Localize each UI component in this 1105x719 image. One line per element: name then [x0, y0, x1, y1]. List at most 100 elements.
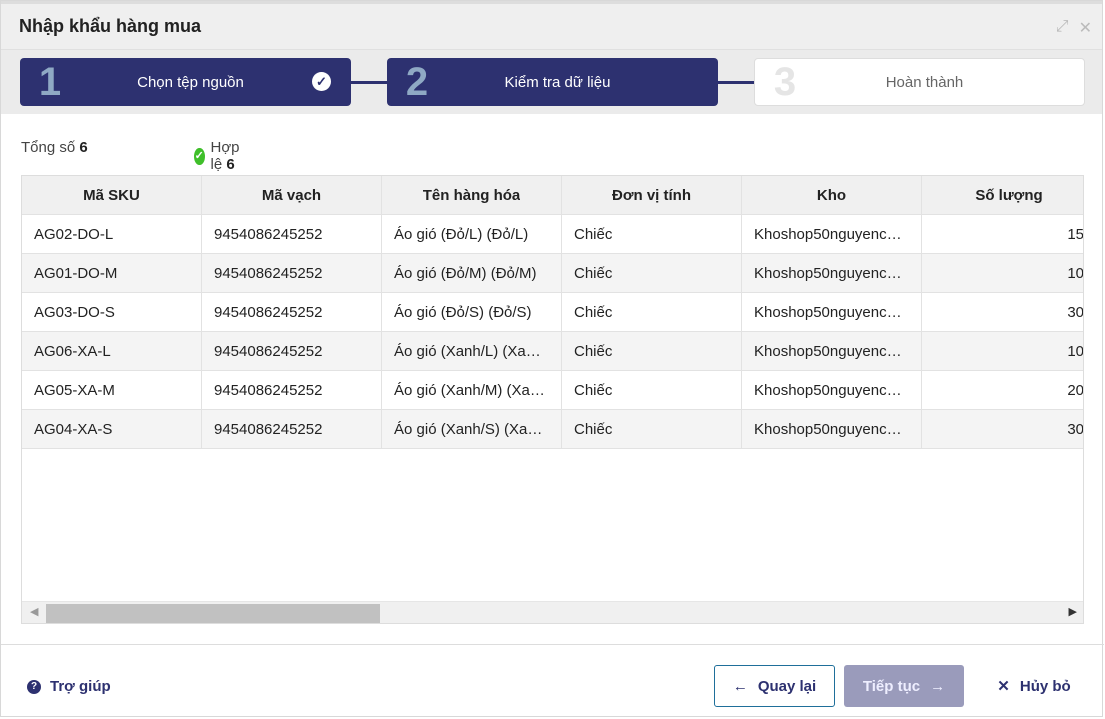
table-cell: Chiếc: [562, 371, 742, 409]
table-cell: Áo gió (Đỏ/L) (Đỏ/L): [382, 215, 562, 253]
step-1: 1 Chọn tệp nguồn ✓: [20, 58, 351, 106]
table-cell: AG06-XA-L: [22, 332, 202, 370]
scroll-right-icon[interactable]: ▶: [1069, 605, 1077, 618]
table-cell: AG05-XA-M: [22, 371, 202, 409]
dialog-footer: ? Trợ giúp ← Quay lại Tiếp tục → ✕ Hủy b…: [1, 644, 1104, 718]
column-header[interactable]: Kho: [742, 176, 922, 214]
cell-value: 9454086245252: [214, 264, 323, 282]
cell-value: 30: [1067, 303, 1084, 321]
next-button[interactable]: Tiếp tục →: [844, 665, 964, 707]
table-cell: 15: [922, 215, 1083, 253]
table-cell: Áo gió (Đỏ/M) (Đỏ/M): [382, 254, 562, 292]
table-cell: Khoshop50nguyenchithanh: [742, 332, 922, 370]
column-header[interactable]: Tên hàng hóa: [382, 176, 562, 214]
column-header-label: Số lượng: [975, 186, 1043, 204]
table-cell: 10: [922, 254, 1084, 292]
column-header[interactable]: Đơn vị tính: [562, 176, 742, 214]
table-cell: Khoshop50nguyenchithanh: [742, 254, 922, 292]
table-cell: AG01-DO-M: [22, 254, 202, 292]
step-label: Hoàn thành: [885, 73, 964, 91]
table-row[interactable]: AG04-XA-S 9454086245252 Áo gió (Xanh/S) (X…: [22, 410, 1083, 449]
table-cell: Khoshop50nguyenchithanh: [742, 371, 922, 409]
table-cell: 10: [922, 332, 1084, 370]
cell-value: Chiếc: [574, 342, 613, 360]
column-header[interactable]: Mã vạch: [202, 176, 382, 214]
cell-value: Khoshop50nguyenchithanh: [754, 342, 909, 360]
table-cell: Chiếc: [562, 215, 742, 253]
table-cell: Chiếc: [562, 410, 742, 448]
table-cell: Áo gió (Xanh/S) (Xanh/S): [382, 410, 562, 448]
table-cell: 9454086245252: [202, 410, 382, 448]
table-cell: Chiếc: [562, 332, 742, 370]
column-header[interactable]: Số lượng: [922, 176, 1083, 214]
table-cell: 9454086245252: [202, 254, 382, 292]
table-cell: Khoshop50nguyenchithanh: [742, 293, 922, 331]
cancel-label: Hủy bỏ: [1019, 677, 1071, 695]
table-cell: 9454086245252: [202, 371, 382, 409]
next-label: Tiếp tục: [862, 677, 921, 695]
back-label: Quay lại: [757, 677, 817, 695]
table-cell: AG03-DO-S: [22, 293, 202, 331]
cell-value: Chiếc: [574, 420, 613, 438]
cell-value: 9454086245252: [214, 420, 323, 438]
cell-value: 9454086245252: [214, 342, 323, 360]
back-button[interactable]: ← Quay lại: [714, 665, 835, 707]
maximize-icon[interactable]: ⤢: [1056, 18, 1069, 38]
stepper: 1 Chọn tệp nguồn ✓ 2 Kiểm tra dữ liệu 3 …: [1, 49, 1102, 114]
cell-value: 9454086245252: [214, 303, 323, 321]
step-3: 3 Hoàn thành: [754, 58, 1085, 106]
question-icon: ?: [27, 679, 41, 694]
table-row[interactable]: AG06-XA-L 9454086245252 Áo gió (Xanh/L) (X…: [22, 332, 1083, 371]
table-row[interactable]: AG03-DO-S 9454086245252 Áo gió (Đỏ/S) (Đỏ/…: [22, 293, 1083, 332]
cell-value: AG02-DO-L: [34, 225, 114, 243]
import-dialog: Nhập khẩu hàng mua ⤢ ✕ 1 Chọn tệp nguồn …: [0, 0, 1104, 718]
arrow-right-icon: →: [930, 677, 946, 695]
table-cell: 20: [922, 371, 1084, 409]
table-cell: Khoshop50nguyenchithanh: [742, 410, 922, 448]
valid-count: ✓ Hợp lệ 6: [194, 139, 246, 173]
step-number: 2: [405, 59, 429, 104]
column-header-label: Đơn vị tính: [612, 186, 691, 204]
dialog-title: Nhập khẩu hàng mua: [19, 16, 202, 36]
step-connector: [717, 81, 755, 84]
total-label: Tổng số: [21, 139, 76, 156]
cell-value: Áo gió (Đỏ/L) (Đỏ/L): [394, 225, 529, 243]
valid-value: 6: [226, 156, 235, 173]
table-cell: 9454086245252: [202, 332, 382, 370]
help-link[interactable]: ? Trợ giúp: [27, 678, 111, 695]
cell-value: 10: [1067, 264, 1084, 282]
scroll-left-icon[interactable]: ◀: [30, 605, 38, 618]
table-row[interactable]: AG02-DO-L 9454086245252 Áo gió (Đỏ/L) (Đỏ/…: [22, 215, 1083, 254]
dialog-header: Nhập khẩu hàng mua ⤢ ✕: [1, 1, 1102, 49]
step-number: 3: [773, 59, 797, 104]
cell-value: Chiếc: [574, 381, 613, 399]
scrollbar-thumb[interactable]: [46, 604, 380, 623]
cell-value: Chiếc: [574, 264, 613, 282]
table-cell: Áo gió (Xanh/M) (Xanh/M): [382, 371, 562, 409]
check-circle-icon: ✓: [312, 72, 331, 91]
step-label: Chọn tệp nguồn: [137, 73, 244, 91]
table-cell: Chiếc: [562, 254, 742, 292]
column-header-label: Mã SKU: [83, 186, 140, 204]
table-row[interactable]: AG05-XA-M 9454086245252 Áo gió (Xanh/M) (X…: [22, 371, 1083, 410]
horizontal-scrollbar[interactable]: ◀ ▶: [22, 601, 1083, 623]
cell-value: AG05-XA-M: [34, 381, 115, 399]
cell-value: AG06-XA-L: [34, 342, 111, 360]
cell-value: Chiếc: [574, 225, 613, 243]
total-count: Tổng số 6: [21, 139, 88, 156]
table-row[interactable]: AG01-DO-M 9454086245252 Áo gió (Đỏ/M) (Đỏ/…: [22, 254, 1083, 293]
summary: Tổng số 6 ✓ Hợp lệ 6: [21, 139, 240, 173]
close-icon[interactable]: ✕: [1079, 18, 1092, 38]
cancel-button[interactable]: ✕ Hủy bỏ: [989, 665, 1079, 707]
cell-value: AG01-DO-M: [34, 264, 118, 282]
cell-value: 20: [1067, 381, 1084, 399]
cell-value: Áo gió (Xanh/L) (Xanh/L): [394, 342, 549, 360]
cell-value: 10: [1067, 342, 1084, 360]
table-cell: Chiếc: [562, 293, 742, 331]
column-header[interactable]: Mã SKU: [22, 176, 202, 214]
help-label: Trợ giúp: [50, 678, 111, 695]
cell-value: 30: [1067, 420, 1084, 438]
cell-value: Áo gió (Xanh/M) (Xanh/M): [394, 381, 549, 399]
table-cell: 30: [922, 293, 1084, 331]
cell-value: Khoshop50nguyenchithanh: [754, 264, 909, 282]
